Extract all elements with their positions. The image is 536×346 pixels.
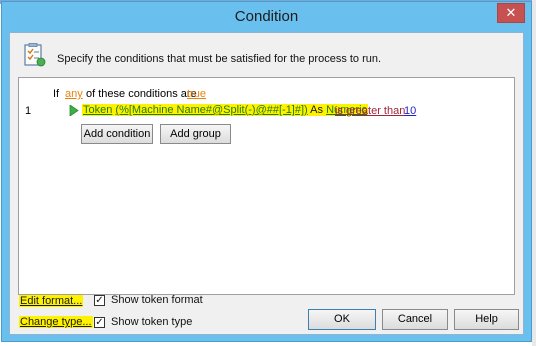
value-link[interactable]: 10 — [404, 105, 416, 117]
checklist-icon — [24, 43, 46, 67]
condition-dialog: Condition ✕ Specify the conditions that … — [1, 1, 532, 342]
condition-number: 1 — [25, 105, 32, 117]
show-token-format-checkbox[interactable]: ✓ — [94, 295, 105, 306]
quantifier-link[interactable]: any — [65, 88, 83, 100]
token-keyword: Token — [83, 104, 113, 116]
token-expression[interactable]: Token (%[Machine Name#@Split(-)@##[-1]#]… — [82, 104, 369, 116]
operator-link[interactable]: is greater than — [335, 105, 405, 117]
condition-header-text: of these conditions are — [86, 88, 197, 100]
close-icon: ✕ — [505, 5, 517, 20]
as-text: As — [310, 104, 323, 116]
change-type-link[interactable]: Change type... — [19, 316, 93, 328]
background-strip-right — [532, 0, 536, 346]
show-token-type-label: Show token type — [111, 316, 193, 328]
show-token-type-checkbox[interactable]: ✓ — [94, 317, 105, 328]
ok-button[interactable]: OK — [308, 309, 376, 330]
conditions-panel: If any of these conditions are true 1 To… — [18, 77, 515, 295]
token-expression-text: (%[Machine Name#@Split(-)@##[-1]#]) — [115, 104, 308, 116]
if-label: If — [53, 88, 60, 100]
play-icon[interactable] — [69, 105, 79, 116]
close-button[interactable]: ✕ — [497, 3, 525, 23]
add-condition-button[interactable]: Add condition — [81, 124, 153, 144]
instruction-text: Specify the conditions that must be sati… — [57, 53, 382, 65]
dialog-title: Condition — [234, 8, 299, 25]
dialog-client-area: Specify the conditions that must be sati… — [9, 32, 524, 335]
add-group-button[interactable]: Add group — [160, 124, 231, 144]
help-button[interactable]: Help — [454, 309, 519, 330]
edit-format-link[interactable]: Edit format... — [19, 295, 84, 307]
show-token-format-label: Show token format — [111, 294, 203, 306]
cancel-button[interactable]: Cancel — [382, 309, 448, 330]
truth-value-link[interactable]: true — [187, 88, 206, 100]
